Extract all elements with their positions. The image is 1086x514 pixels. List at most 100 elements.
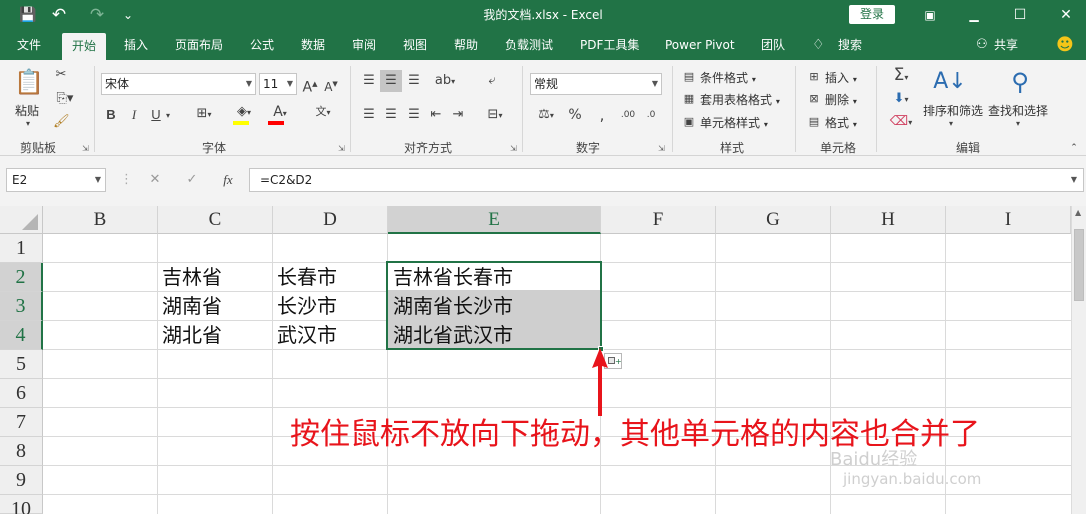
cell-c3[interactable]: 湖南省 <box>158 292 222 321</box>
cell-c4[interactable]: 湖北省 <box>158 321 222 350</box>
find-dropdown-icon[interactable]: ▾ <box>1016 116 1020 132</box>
scrollbar-thumb[interactable] <box>1074 229 1084 301</box>
cell-e4[interactable]: 湖北省武汉市 <box>389 321 513 350</box>
tab-page-layout[interactable]: 页面布局 <box>175 30 223 60</box>
sort-filter-icon[interactable]: A↓ <box>932 67 968 97</box>
row-header-1[interactable]: 1 <box>0 234 43 263</box>
comma-style-icon[interactable]: , <box>594 107 610 123</box>
ribbon-display-icon[interactable]: ▣ <box>916 0 944 30</box>
tab-load-test[interactable]: 负载测试 <box>505 30 553 60</box>
accounting-format-icon[interactable]: ⚖▾ <box>532 107 560 124</box>
name-box[interactable]: E2 ▼ <box>6 168 106 192</box>
underline-dropdown-icon[interactable]: ▾ <box>166 108 170 124</box>
formula-input[interactable]: =C2&D2 ▼ <box>249 168 1084 192</box>
insert-cells-button[interactable]: 插入 ▾ <box>825 69 857 86</box>
row-header-3[interactable]: 3 <box>0 292 43 321</box>
paste-dropdown-icon[interactable]: ▾ <box>26 116 30 132</box>
maximize-icon[interactable]: ☐ <box>1006 0 1034 30</box>
row-header-4[interactable]: 4 <box>0 321 43 350</box>
enter-formula-icon[interactable]: ✓ <box>182 172 202 188</box>
column-header-h[interactable]: H <box>831 206 946 234</box>
tab-formulas[interactable]: 公式 <box>250 30 274 60</box>
cell-e2[interactable]: 吉林省长春市 <box>389 263 513 292</box>
wrap-text-icon[interactable]: ⤶ <box>482 73 502 89</box>
font-size-select[interactable]: 11 ▼ <box>259 73 297 95</box>
tab-view[interactable]: 视图 <box>403 30 427 60</box>
number-format-select[interactable]: 常规 ▼ <box>530 73 662 95</box>
cancel-formula-icon[interactable]: ✕ <box>145 172 165 188</box>
percent-icon[interactable]: % <box>567 107 583 123</box>
insert-cells-icon[interactable]: ⊞ <box>806 69 822 85</box>
decrease-indent-icon[interactable]: ⇤ <box>428 107 444 123</box>
collapse-ribbon-icon[interactable]: ⌃ <box>1068 140 1080 156</box>
smiley-icon[interactable]: ☻ <box>1056 30 1074 60</box>
clipboard-launcher-icon[interactable]: ⇲ <box>82 144 89 153</box>
conditional-format-icon[interactable]: ▤ <box>681 69 697 85</box>
share-button[interactable]: 共享 <box>994 30 1018 60</box>
row-header-7[interactable]: 7 <box>0 408 43 437</box>
redo-icon[interactable]: ↷ <box>86 0 108 30</box>
select-all-corner[interactable] <box>0 206 43 234</box>
tab-pdf-tools[interactable]: PDF工具集 <box>580 30 639 60</box>
cell-d2[interactable]: 长春市 <box>273 263 337 292</box>
underline-button[interactable]: U <box>150 107 162 123</box>
tab-power-pivot[interactable]: Power Pivot <box>665 30 735 60</box>
alignment-launcher-icon[interactable]: ⇲ <box>510 144 517 153</box>
increase-decimal-icon[interactable]: .00 <box>619 107 637 123</box>
phonetic-icon[interactable]: 文▾ <box>310 104 336 121</box>
save-icon[interactable]: 💾 <box>16 0 40 30</box>
format-cells-button[interactable]: 格式 ▾ <box>825 114 857 131</box>
row-header-5[interactable]: 5 <box>0 350 43 379</box>
column-header-e[interactable]: E <box>388 206 601 234</box>
tab-help[interactable]: 帮助 <box>454 30 478 60</box>
tab-review[interactable]: 审阅 <box>352 30 376 60</box>
column-header-g[interactable]: G <box>716 206 831 234</box>
fill-color-icon[interactable]: ◈▾ <box>232 104 256 121</box>
decrease-font-icon[interactable]: A▼ <box>323 76 339 95</box>
align-bottom-icon[interactable]: ☰ <box>406 73 422 89</box>
increase-indent-icon[interactable]: ⇥ <box>450 107 466 123</box>
sort-dropdown-icon[interactable]: ▾ <box>949 116 953 132</box>
insert-function-icon[interactable]: fx <box>218 172 238 188</box>
fill-icon[interactable]: ⬇▾ <box>887 91 915 108</box>
customize-qat-icon[interactable]: ⌄ <box>120 0 136 30</box>
column-header-f[interactable]: F <box>601 206 716 234</box>
bold-button[interactable]: B <box>105 107 117 123</box>
merge-center-icon[interactable]: ⊟▾ <box>480 107 510 124</box>
clear-icon[interactable]: ⌫▾ <box>887 114 915 131</box>
login-button[interactable]: 登录 <box>849 5 895 24</box>
tab-team[interactable]: 团队 <box>761 30 785 60</box>
align-center-icon[interactable]: ☰ <box>383 107 399 123</box>
decrease-decimal-icon[interactable]: .0 <box>642 107 660 123</box>
border-icon[interactable]: ⊞▾ <box>192 106 216 123</box>
tab-search[interactable]: 搜索 <box>838 30 862 60</box>
cell-c2[interactable]: 吉林省 <box>158 263 222 292</box>
tab-data[interactable]: 数据 <box>301 30 325 60</box>
format-as-table-button[interactable]: 套用表格格式 ▾ <box>700 91 780 108</box>
number-launcher-icon[interactable]: ⇲ <box>658 144 665 153</box>
copy-icon[interactable]: ⎘▾ <box>53 91 77 107</box>
tab-home[interactable]: 开始 <box>62 33 107 60</box>
scroll-up-icon[interactable]: ▲ <box>1075 208 1081 217</box>
worksheet-grid[interactable]: B C D E F G H I 1 2 3 4 5 6 7 8 9 10 <box>0 206 1086 514</box>
tab-insert[interactable]: 插入 <box>124 30 148 60</box>
row-header-6[interactable]: 6 <box>0 379 43 408</box>
cell-d3[interactable]: 长沙市 <box>273 292 337 321</box>
row-header-10[interactable]: 10 <box>0 495 43 514</box>
column-header-c[interactable]: C <box>158 206 273 234</box>
align-top-icon[interactable]: ☰ <box>361 73 377 89</box>
cut-icon[interactable]: ✂ <box>53 67 69 83</box>
orientation-icon[interactable]: ab▾ <box>430 73 460 90</box>
row-header-9[interactable]: 9 <box>0 466 43 495</box>
align-left-icon[interactable]: ☰ <box>361 107 377 123</box>
cell-d4[interactable]: 武汉市 <box>273 321 337 350</box>
minimize-icon[interactable]: ▁ <box>960 0 988 30</box>
italic-button[interactable]: I <box>128 107 140 123</box>
vertical-scrollbar[interactable]: ▲ <box>1071 206 1086 514</box>
drag-handle-icon[interactable]: ⋮ <box>120 172 133 188</box>
increase-font-icon[interactable]: A▲ <box>302 76 318 96</box>
align-middle-icon[interactable]: ☰ <box>380 70 402 92</box>
format-painter-icon[interactable]: 🖌 <box>53 114 70 130</box>
column-header-d[interactable]: D <box>273 206 388 234</box>
delete-cells-button[interactable]: 删除 ▾ <box>825 91 857 108</box>
